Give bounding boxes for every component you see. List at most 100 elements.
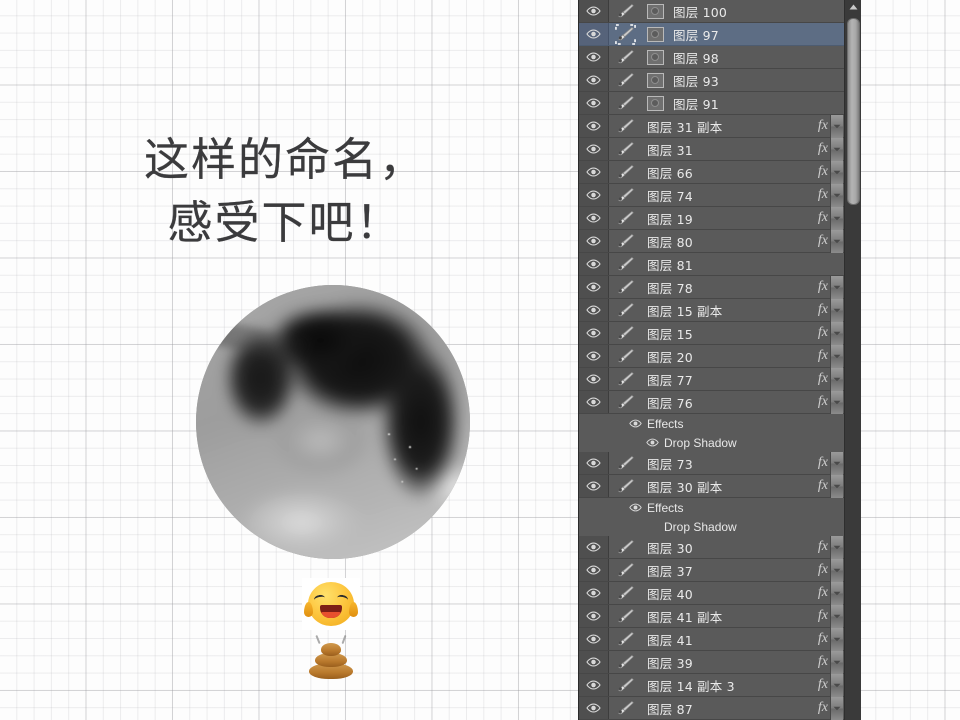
layer-visibility-toggle[interactable] bbox=[579, 368, 609, 390]
layer-visibility-toggle[interactable] bbox=[579, 299, 609, 321]
fx-badge-icon[interactable]: fx bbox=[818, 371, 828, 387]
layer-row[interactable]: 图层 76 fx bbox=[579, 390, 844, 414]
chevron-down-icon[interactable] bbox=[833, 331, 841, 336]
expand-effects-button[interactable] bbox=[830, 275, 843, 299]
layer-visibility-toggle[interactable] bbox=[579, 452, 609, 474]
eye-icon[interactable] bbox=[586, 374, 601, 384]
layer-visibility-toggle[interactable] bbox=[579, 0, 609, 22]
layer-name[interactable]: 图层 15 bbox=[641, 324, 806, 343]
eye-icon[interactable] bbox=[586, 259, 601, 269]
fx-badge-icon[interactable]: fx bbox=[818, 233, 828, 249]
chevron-down-icon[interactable] bbox=[833, 484, 841, 489]
layer-row[interactable]: 图层 93 bbox=[579, 69, 844, 92]
layer-name[interactable]: 图层 73 bbox=[641, 454, 806, 473]
layer-row[interactable]: 图层 74 fx bbox=[579, 183, 844, 207]
expand-effects-button[interactable] bbox=[830, 451, 843, 475]
layer-row[interactable]: 图层 100 bbox=[579, 0, 844, 23]
fx-badge-icon[interactable]: fx bbox=[818, 654, 828, 670]
chevron-down-icon[interactable] bbox=[833, 354, 841, 359]
layer-name[interactable]: 图层 19 bbox=[641, 209, 806, 228]
expand-effects-button[interactable] bbox=[830, 581, 843, 605]
layer-name[interactable]: 图层 20 bbox=[641, 347, 806, 366]
layer-visibility-toggle[interactable] bbox=[579, 276, 609, 298]
eye-icon[interactable] bbox=[586, 6, 601, 16]
layer-name[interactable]: 图层 78 bbox=[641, 278, 806, 297]
chevron-down-icon[interactable] bbox=[833, 285, 841, 290]
eye-icon[interactable] bbox=[586, 144, 601, 154]
fx-badge-icon[interactable]: fx bbox=[818, 631, 828, 647]
document-canvas[interactable]: 这样的命名， 感受下吧！ bbox=[0, 0, 578, 720]
expand-effects-button[interactable] bbox=[830, 673, 843, 697]
fx-badge-icon[interactable]: fx bbox=[818, 455, 828, 471]
eye-icon[interactable] bbox=[586, 657, 601, 667]
effect-visibility-toggle[interactable] bbox=[646, 438, 664, 447]
layer-row[interactable]: 图层 15 副本 fx bbox=[579, 298, 844, 322]
layer-visibility-toggle[interactable] bbox=[579, 69, 609, 91]
fx-badge-icon[interactable]: fx bbox=[818, 325, 828, 341]
layer-name[interactable]: 图层 93 bbox=[669, 71, 806, 90]
scroll-up-arrow-icon[interactable] bbox=[845, 0, 861, 13]
fx-badge-icon[interactable]: fx bbox=[818, 302, 828, 318]
expand-effects-button[interactable] bbox=[830, 604, 843, 628]
expand-effects-button[interactable] bbox=[830, 367, 843, 391]
chevron-down-icon[interactable] bbox=[833, 591, 841, 596]
layer-name[interactable]: 图层 41 bbox=[641, 630, 806, 649]
layer-thumbnail[interactable] bbox=[641, 92, 669, 114]
eye-icon[interactable] bbox=[586, 328, 601, 338]
layer-name[interactable]: 图层 30 副本 bbox=[641, 477, 806, 496]
chevron-down-icon[interactable] bbox=[833, 614, 841, 619]
chevron-down-icon[interactable] bbox=[833, 683, 841, 688]
fx-badge-icon[interactable]: fx bbox=[818, 164, 828, 180]
chevron-down-icon[interactable] bbox=[833, 545, 841, 550]
expand-effects-button[interactable] bbox=[830, 535, 843, 559]
layer-visibility-toggle[interactable] bbox=[579, 230, 609, 252]
layer-row[interactable]: 图层 91 bbox=[579, 92, 844, 115]
layer-name[interactable]: 图层 37 bbox=[641, 561, 806, 580]
layer-visibility-toggle[interactable] bbox=[579, 582, 609, 604]
fx-badge-icon[interactable]: fx bbox=[818, 118, 828, 134]
layer-row[interactable]: 图层 66 fx bbox=[579, 160, 844, 184]
layer-visibility-toggle[interactable] bbox=[579, 161, 609, 183]
fx-badge-icon[interactable]: fx bbox=[818, 608, 828, 624]
expand-effects-button[interactable] bbox=[830, 183, 843, 207]
fx-badge-icon[interactable]: fx bbox=[818, 562, 828, 578]
chevron-down-icon[interactable] bbox=[833, 400, 841, 405]
eye-icon[interactable] bbox=[586, 481, 601, 491]
expand-effects-button[interactable] bbox=[830, 474, 843, 498]
layer-visibility-toggle[interactable] bbox=[579, 536, 609, 558]
layer-row[interactable]: 图层 41 副本 fx bbox=[579, 604, 844, 628]
fx-badge-icon[interactable]: fx bbox=[818, 539, 828, 555]
eye-icon[interactable] bbox=[586, 121, 601, 131]
scrollbar-thumb[interactable] bbox=[847, 18, 860, 205]
layer-visibility-toggle[interactable] bbox=[579, 605, 609, 627]
expand-effects-button[interactable] bbox=[830, 206, 843, 230]
layer-thumbnail[interactable] bbox=[641, 0, 669, 22]
eye-icon[interactable] bbox=[586, 167, 601, 177]
fx-badge-icon[interactable]: fx bbox=[818, 279, 828, 295]
eye-icon[interactable] bbox=[586, 305, 601, 315]
layer-name[interactable]: 图层 66 bbox=[641, 163, 806, 182]
eye-icon[interactable] bbox=[586, 351, 601, 361]
eye-icon[interactable] bbox=[586, 588, 601, 598]
eye-icon[interactable] bbox=[586, 611, 601, 621]
eye-icon[interactable] bbox=[586, 213, 601, 223]
chevron-down-icon[interactable] bbox=[833, 239, 841, 244]
effects-group-row[interactable]: Effects bbox=[579, 414, 844, 433]
layers-panel[interactable]: 图层 100 图层 97 图层 98 图层 93 图层 91 图层 31 副本 fx 图层 3… bbox=[578, 0, 960, 720]
layer-name[interactable]: 图层 41 副本 bbox=[641, 607, 806, 626]
layer-row[interactable]: 图层 15 fx bbox=[579, 321, 844, 345]
layer-thumbnail[interactable] bbox=[641, 23, 669, 45]
layer-name[interactable]: 图层 39 bbox=[641, 653, 806, 672]
eye-icon[interactable] bbox=[586, 236, 601, 246]
eye-icon[interactable] bbox=[586, 282, 601, 292]
layer-name[interactable]: 图层 76 bbox=[641, 393, 806, 412]
layer-row[interactable]: 图层 98 bbox=[579, 46, 844, 69]
layer-name[interactable]: 图层 100 bbox=[669, 2, 806, 21]
eye-icon[interactable] bbox=[629, 503, 642, 512]
eye-icon[interactable] bbox=[586, 98, 601, 108]
layer-row[interactable]: 图层 87 fx bbox=[579, 696, 844, 720]
fx-badge-icon[interactable]: fx bbox=[818, 700, 828, 716]
layer-name[interactable]: 图层 91 bbox=[669, 94, 806, 113]
layer-row[interactable]: 图层 30 副本 fx bbox=[579, 474, 844, 498]
expand-effects-button[interactable] bbox=[830, 390, 843, 414]
